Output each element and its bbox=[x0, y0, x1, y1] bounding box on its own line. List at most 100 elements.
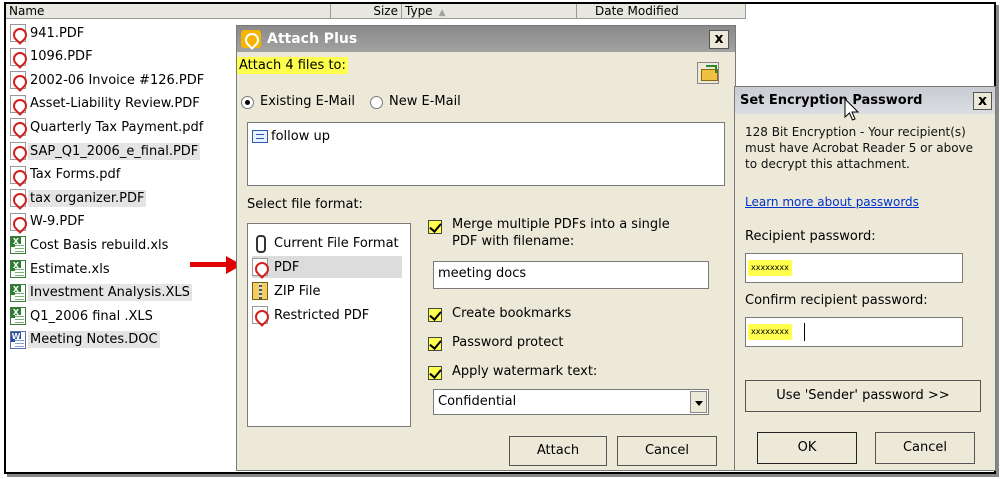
watermark-label: Apply watermark text: bbox=[452, 364, 598, 379]
zip-icon bbox=[252, 282, 268, 300]
column-label: Date Modified bbox=[595, 4, 679, 18]
file-name: tax organizer.PDF bbox=[28, 189, 147, 207]
file-format-option[interactable]: ZIP File bbox=[252, 280, 402, 302]
email-list-item[interactable]: follow up bbox=[252, 129, 330, 144]
encryption-dialog-close-button[interactable]: x bbox=[973, 92, 992, 110]
excel-icon bbox=[10, 283, 26, 302]
column-label: Size bbox=[373, 4, 398, 18]
watermark-selected-value: Confidential bbox=[438, 394, 517, 409]
confirm-password-value: xxxxxxxx bbox=[748, 324, 792, 340]
new-email-label: New E-Mail bbox=[389, 94, 461, 109]
existing-email-radio[interactable] bbox=[241, 96, 254, 109]
file-list-header: Name Size Type ▲ Date Modified bbox=[6, 4, 746, 19]
encryption-dialog-title: Set Encryption Password bbox=[740, 93, 923, 108]
attach-dialog-titlebar: Attach Plus bbox=[237, 26, 735, 52]
encryption-cancel-button[interactable]: Cancel bbox=[875, 432, 975, 464]
attach-plus-logo-icon bbox=[241, 30, 261, 48]
column-header-name[interactable]: Name bbox=[6, 4, 331, 19]
pdf-icon bbox=[10, 212, 26, 231]
existing-email-label: Existing E-Mail bbox=[260, 94, 355, 109]
file-name: Investment Analysis.XLS bbox=[28, 284, 192, 302]
use-sender-password-button[interactable]: Use 'Sender' password >> bbox=[745, 380, 981, 412]
file-format-option[interactable]: Restricted PDF bbox=[252, 304, 402, 326]
new-email-radio[interactable] bbox=[370, 96, 383, 109]
file-list-item[interactable]: Q1_2006 final .XLS bbox=[10, 305, 155, 327]
file-format-label: PDF bbox=[274, 259, 300, 275]
watermark-text-select[interactable]: Confidential bbox=[433, 389, 709, 415]
column-header-date-modified[interactable]: Date Modified bbox=[577, 4, 746, 19]
excel-icon bbox=[10, 307, 26, 326]
file-name: Cost Basis rebuild.xls bbox=[30, 237, 169, 253]
file-list-item[interactable]: Quarterly Tax Payment.pdf bbox=[10, 116, 205, 138]
file-name: 1096.PDF bbox=[30, 49, 93, 65]
text-caret bbox=[804, 323, 805, 341]
confirm-password-field[interactable]: xxxxxxxx bbox=[745, 317, 963, 347]
attach-button[interactable]: Attach bbox=[509, 436, 607, 466]
column-label: Name bbox=[9, 4, 45, 18]
ok-button[interactable]: OK bbox=[757, 432, 857, 464]
pdf-icon bbox=[10, 142, 26, 160]
file-list-item[interactable]: Tax Forms.pdf bbox=[10, 164, 122, 186]
word-icon bbox=[10, 330, 26, 349]
file-list-item[interactable]: 2002-06 Invoice #126.PDF bbox=[10, 69, 206, 91]
pdf-icon bbox=[10, 47, 26, 66]
watermark-checkbox[interactable] bbox=[428, 366, 442, 380]
sort-ascending-icon: ▲ bbox=[438, 8, 446, 18]
password-protect-checkbox[interactable] bbox=[428, 337, 442, 351]
column-header-size[interactable]: Size bbox=[331, 4, 402, 19]
attach-dialog-close-button[interactable]: x bbox=[709, 30, 729, 49]
file-name: 941.PDF bbox=[30, 25, 85, 41]
file-list-item[interactable]: Investment Analysis.XLS bbox=[10, 282, 192, 304]
encryption-password-dialog: Set Encryption Password x 128 Bit Encryp… bbox=[734, 86, 996, 471]
attach-count-label: Attach 4 files to: bbox=[237, 57, 348, 74]
column-label: Type bbox=[405, 4, 433, 18]
pdf-icon bbox=[10, 118, 26, 137]
file-name: Asset-Liability Review.PDF bbox=[30, 96, 200, 112]
chevron-down-icon[interactable] bbox=[690, 391, 707, 413]
pdf-icon bbox=[10, 24, 26, 42]
file-name: Tax Forms.pdf bbox=[30, 167, 121, 183]
excel-icon bbox=[10, 236, 26, 255]
email-list[interactable]: follow up bbox=[247, 122, 725, 186]
file-list-item[interactable]: Asset-Liability Review.PDF bbox=[10, 93, 202, 115]
file-name: Estimate.xls bbox=[30, 261, 110, 277]
column-header-type[interactable]: Type ▲ bbox=[402, 4, 577, 19]
pdf-icon bbox=[252, 258, 268, 276]
file-name: SAP_Q1_2006_e_final.PDF bbox=[28, 142, 201, 160]
file-list-item[interactable]: Estimate.xls bbox=[10, 258, 112, 280]
file-list-item[interactable]: Meeting Notes.DOC bbox=[10, 329, 160, 351]
file-list-item[interactable]: 1096.PDF bbox=[10, 46, 95, 68]
file-list-item[interactable]: Cost Basis rebuild.xls bbox=[10, 234, 170, 256]
file-list-item[interactable]: SAP_Q1_2006_e_final.PDF bbox=[10, 140, 201, 162]
encryption-dialog-titlebar: Set Encryption Password bbox=[735, 87, 995, 114]
file-name: Quarterly Tax Payment.pdf bbox=[30, 119, 204, 135]
merge-pdfs-checkbox[interactable] bbox=[428, 220, 442, 234]
file-list-item[interactable]: tax organizer.PDF bbox=[10, 187, 147, 209]
pdf-icon bbox=[10, 189, 26, 208]
recipient-password-field[interactable]: xxxxxxxx bbox=[745, 253, 963, 283]
merge-filename-input[interactable]: meeting docs bbox=[433, 261, 709, 289]
browse-folder-button[interactable] bbox=[697, 62, 719, 84]
attach-dialog-title: Attach Plus bbox=[267, 31, 358, 47]
mouse-pointer-icon bbox=[844, 98, 860, 121]
file-name: 2002-06 Invoice #126.PDF bbox=[30, 72, 205, 88]
pdf-icon bbox=[10, 71, 26, 90]
create-bookmarks-checkbox[interactable] bbox=[428, 308, 442, 322]
file-format-label: Current File Format bbox=[274, 235, 399, 251]
file-list-item[interactable]: W-9.PDF bbox=[10, 211, 87, 233]
pdf-icon bbox=[252, 306, 268, 324]
email-item-label: follow up bbox=[271, 129, 330, 144]
file-format-option[interactable]: PDF bbox=[252, 256, 402, 278]
attach-plus-dialog: Attach Plus x Attach 4 files to: Existin… bbox=[236, 25, 736, 471]
learn-more-passwords-link[interactable]: Learn more about passwords bbox=[745, 195, 919, 209]
file-format-option[interactable]: Current File Format bbox=[252, 232, 402, 254]
file-format-label: ZIP File bbox=[274, 283, 321, 299]
file-list-item[interactable]: 941.PDF bbox=[10, 22, 86, 44]
confirm-password-label: Confirm recipient password: bbox=[745, 293, 928, 308]
attach-cancel-button[interactable]: Cancel bbox=[617, 436, 717, 466]
email-icon bbox=[252, 130, 268, 143]
recipient-password-label: Recipient password: bbox=[745, 229, 876, 244]
file-name: W-9.PDF bbox=[30, 214, 85, 230]
file-name: Meeting Notes.DOC bbox=[28, 331, 160, 349]
file-format-list[interactable]: Current File Format PDF ZIP File Restricted… bbox=[247, 223, 411, 427]
